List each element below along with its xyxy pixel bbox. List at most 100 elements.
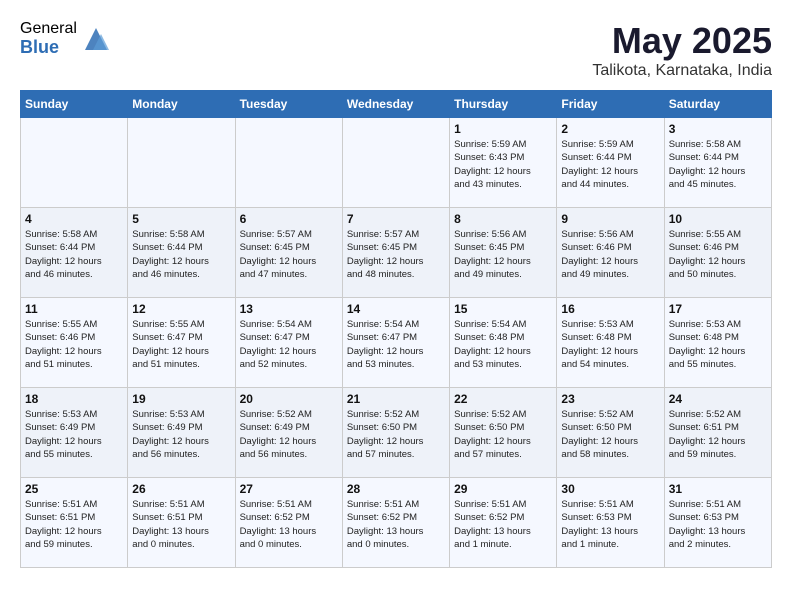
day-info: Sunrise: 5:52 AMSunset: 6:50 PMDaylight:… [454,408,552,461]
day-info: Sunrise: 5:55 AMSunset: 6:47 PMDaylight:… [132,318,230,371]
day-number: 6 [240,212,338,226]
day-number: 22 [454,392,552,406]
day-number: 18 [25,392,123,406]
page-header: General Blue May 2025 Talikota, Karnatak… [20,20,772,80]
calendar-cell: 16Sunrise: 5:53 AMSunset: 6:48 PMDayligh… [557,298,664,388]
logo-icon [81,24,111,54]
day-info: Sunrise: 5:56 AMSunset: 6:46 PMDaylight:… [561,228,659,281]
calendar-header: SundayMondayTuesdayWednesdayThursdayFrid… [21,91,772,118]
header-row: SundayMondayTuesdayWednesdayThursdayFrid… [21,91,772,118]
calendar-cell: 2 Sunrise: 5:59 AMSunset: 6:44 PMDaylight… [557,118,664,208]
day-number: 8 [454,212,552,226]
day-number: 29 [454,482,552,496]
day-number: 11 [25,302,123,316]
day-info: Sunrise: 5:51 AMSunset: 6:52 PMDaylight:… [240,498,338,551]
day-info: Sunrise: 5:56 AMSunset: 6:45 PMDaylight:… [454,228,552,281]
day-info: Sunrise: 5:53 AMSunset: 6:48 PMDaylight:… [561,318,659,371]
logo-general: General [20,20,77,38]
day-number: 25 [25,482,123,496]
day-info: Sunrise: 5:51 AMSunset: 6:51 PMDaylight:… [132,498,230,551]
day-number: 21 [347,392,445,406]
day-info: Sunrise: 5:52 AMSunset: 6:50 PMDaylight:… [347,408,445,461]
calendar-body: 1Sunrise: 5:59 AMSunset: 6:43 PMDaylight… [21,118,772,568]
calendar-cell: 7 Sunrise: 5:57 AMSunset: 6:45 PMDaylight… [342,208,449,298]
day-info: Sunrise: 5:55 AMSunset: 6:46 PMDaylight:… [25,318,123,371]
day-number: 20 [240,392,338,406]
day-info: Sunrise: 5:53 AMSunset: 6:49 PMDaylight:… [132,408,230,461]
main-title: May 2025 [592,20,772,62]
calendar-week-4: 18 Sunrise: 5:53 AMSunset: 6:49 PMDayligh… [21,388,772,478]
day-info: Sunrise: 5:51 AMSunset: 6:53 PMDaylight:… [669,498,767,551]
logo-blue: Blue [20,38,77,58]
day-info: Sunrise: 5:58 AMSunset: 6:44 PMDaylight:… [132,228,230,281]
day-info: Sunrise: 5:57 AMSunset: 6:45 PMDaylight:… [347,228,445,281]
calendar-cell: 10Sunrise: 5:55 AMSunset: 6:46 PMDayligh… [664,208,771,298]
title-section: May 2025 Talikota, Karnataka, India [592,20,772,80]
day-number: 15 [454,302,552,316]
calendar-cell: 13Sunrise: 5:54 AMSunset: 6:47 PMDayligh… [235,298,342,388]
logo-text: General Blue [20,20,77,57]
calendar-cell [21,118,128,208]
calendar-cell: 26 Sunrise: 5:51 AMSunset: 6:51 PMDayligh… [128,478,235,568]
day-number: 28 [347,482,445,496]
calendar-table: SundayMondayTuesdayWednesdayThursdayFrid… [20,90,772,568]
day-info: Sunrise: 5:53 AMSunset: 6:49 PMDaylight:… [25,408,123,461]
day-number: 2 [561,122,659,136]
day-info: Sunrise: 5:54 AMSunset: 6:48 PMDaylight:… [454,318,552,371]
calendar-cell [128,118,235,208]
day-info: Sunrise: 5:51 AMSunset: 6:53 PMDaylight:… [561,498,659,551]
day-number: 12 [132,302,230,316]
day-number: 30 [561,482,659,496]
header-day-sunday: Sunday [21,91,128,118]
day-number: 23 [561,392,659,406]
day-info: Sunrise: 5:59 AMSunset: 6:44 PMDaylight:… [561,138,659,191]
day-number: 13 [240,302,338,316]
day-info: Sunrise: 5:51 AMSunset: 6:52 PMDaylight:… [347,498,445,551]
calendar-cell: 24Sunrise: 5:52 AMSunset: 6:51 PMDayligh… [664,388,771,478]
day-number: 26 [132,482,230,496]
day-number: 19 [132,392,230,406]
day-number: 4 [25,212,123,226]
header-day-tuesday: Tuesday [235,91,342,118]
day-number: 7 [347,212,445,226]
day-info: Sunrise: 5:54 AMSunset: 6:47 PMDaylight:… [347,318,445,371]
calendar-cell: 17 Sunrise: 5:53 AMSunset: 6:48 PMDayligh… [664,298,771,388]
day-info: Sunrise: 5:58 AMSunset: 6:44 PMDaylight:… [25,228,123,281]
day-info: Sunrise: 5:51 AMSunset: 6:51 PMDaylight:… [25,498,123,551]
day-number: 5 [132,212,230,226]
header-day-thursday: Thursday [450,91,557,118]
day-number: 27 [240,482,338,496]
day-info: Sunrise: 5:59 AMSunset: 6:43 PMDaylight:… [454,138,552,191]
calendar-cell: 8 Sunrise: 5:56 AMSunset: 6:45 PMDaylight… [450,208,557,298]
calendar-cell: 30 Sunrise: 5:51 AMSunset: 6:53 PMDayligh… [557,478,664,568]
logo: General Blue [20,20,111,57]
calendar-cell: 25 Sunrise: 5:51 AMSunset: 6:51 PMDayligh… [21,478,128,568]
day-info: Sunrise: 5:52 AMSunset: 6:51 PMDaylight:… [669,408,767,461]
calendar-cell: 6 Sunrise: 5:57 AMSunset: 6:45 PMDaylight… [235,208,342,298]
calendar-cell: 1Sunrise: 5:59 AMSunset: 6:43 PMDaylight… [450,118,557,208]
calendar-cell: 11 Sunrise: 5:55 AMSunset: 6:46 PMDayligh… [21,298,128,388]
calendar-cell: 23 Sunrise: 5:52 AMSunset: 6:50 PMDayligh… [557,388,664,478]
calendar-week-5: 25 Sunrise: 5:51 AMSunset: 6:51 PMDayligh… [21,478,772,568]
day-number: 3 [669,122,767,136]
day-info: Sunrise: 5:58 AMSunset: 6:44 PMDaylight:… [669,138,767,191]
calendar-cell: 18 Sunrise: 5:53 AMSunset: 6:49 PMDayligh… [21,388,128,478]
header-day-wednesday: Wednesday [342,91,449,118]
calendar-cell: 20Sunrise: 5:52 AMSunset: 6:49 PMDayligh… [235,388,342,478]
calendar-cell: 28 Sunrise: 5:51 AMSunset: 6:52 PMDayligh… [342,478,449,568]
calendar-cell: 21 Sunrise: 5:52 AMSunset: 6:50 PMDayligh… [342,388,449,478]
day-number: 14 [347,302,445,316]
calendar-cell: 22 Sunrise: 5:52 AMSunset: 6:50 PMDayligh… [450,388,557,478]
day-info: Sunrise: 5:55 AMSunset: 6:46 PMDaylight:… [669,228,767,281]
day-info: Sunrise: 5:57 AMSunset: 6:45 PMDaylight:… [240,228,338,281]
day-number: 9 [561,212,659,226]
day-info: Sunrise: 5:52 AMSunset: 6:50 PMDaylight:… [561,408,659,461]
calendar-cell: 27 Sunrise: 5:51 AMSunset: 6:52 PMDayligh… [235,478,342,568]
calendar-cell [235,118,342,208]
day-info: Sunrise: 5:53 AMSunset: 6:48 PMDaylight:… [669,318,767,371]
header-day-friday: Friday [557,91,664,118]
calendar-week-3: 11 Sunrise: 5:55 AMSunset: 6:46 PMDayligh… [21,298,772,388]
subtitle: Talikota, Karnataka, India [592,62,772,80]
day-number: 31 [669,482,767,496]
day-number: 17 [669,302,767,316]
